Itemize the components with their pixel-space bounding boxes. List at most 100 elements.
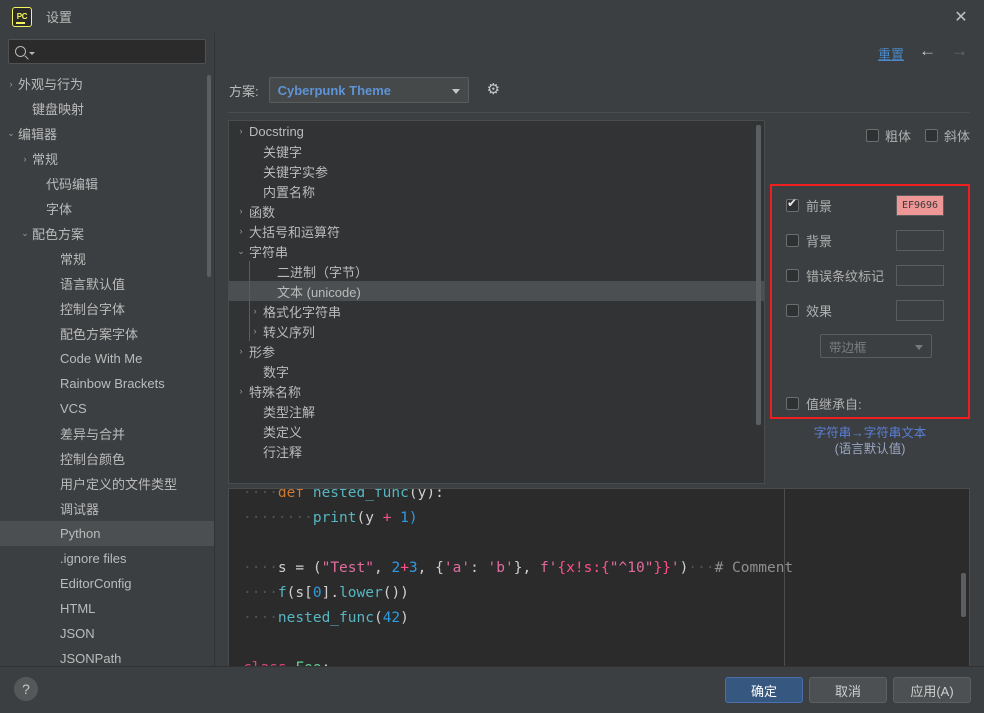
- sidebar-item-5[interactable]: 字体: [0, 196, 214, 221]
- sidebar-item-18[interactable]: Python: [0, 521, 214, 546]
- sidebar-item-1[interactable]: 键盘映射: [0, 96, 214, 121]
- chevron-down-icon[interactable]: ⌄: [4, 128, 18, 139]
- chevron-right-icon[interactable]: ›: [233, 386, 249, 396]
- color-tree-item-0[interactable]: › Docstring: [229, 121, 764, 141]
- attribute-checkbox-2[interactable]: [786, 269, 799, 282]
- attribute-checkbox-0[interactable]: [786, 197, 799, 212]
- back-arrow-icon[interactable]: ←: [919, 42, 936, 60]
- sidebar-item-19[interactable]: .ignore files: [0, 546, 214, 571]
- italic-checkbox[interactable]: [924, 129, 938, 142]
- color-tree-item-8[interactable]: 文本 (unicode): [229, 281, 764, 301]
- code-token: ].: [321, 585, 340, 601]
- color-tree-item-1[interactable]: 关键字: [229, 141, 764, 161]
- code-token: }}: [653, 560, 671, 576]
- color-swatch-2[interactable]: [896, 265, 944, 286]
- right-margin-line: [784, 489, 785, 685]
- bold-checkbox[interactable]: [865, 129, 879, 142]
- search-input[interactable]: [8, 39, 206, 64]
- close-icon[interactable]: ✕: [938, 0, 984, 33]
- sidebar-item-15[interactable]: 控制台颜色: [0, 446, 214, 471]
- chevron-right-icon[interactable]: ›: [233, 226, 249, 236]
- color-tree-item-12[interactable]: 数字: [229, 361, 764, 381]
- color-tree-item-3[interactable]: 内置名称: [229, 181, 764, 201]
- inherit-source-name[interactable]: 字符串→字符串文本: [770, 425, 970, 441]
- sidebar-item-13[interactable]: VCS: [0, 396, 214, 421]
- chevron-down-icon[interactable]: ⌄: [18, 228, 32, 239]
- sidebar-item-2[interactable]: ⌄ 编辑器: [0, 121, 214, 146]
- sidebar-item-14[interactable]: 差异与合并: [0, 421, 214, 446]
- sidebar-item-11[interactable]: Code With Me: [0, 346, 214, 371]
- code-preview[interactable]: ····def nested_func(y): ········print(y +…: [228, 488, 970, 686]
- bold-checkbox-item[interactable]: 粗体: [865, 126, 911, 145]
- color-swatch-1[interactable]: [896, 230, 944, 251]
- scheme-select[interactable]: Cyberpunk Theme: [268, 77, 469, 103]
- sidebar-item-10[interactable]: 配色方案字体: [0, 321, 214, 346]
- chevron-down-icon[interactable]: ⌄: [233, 246, 249, 257]
- sidebar-item-21[interactable]: HTML: [0, 596, 214, 621]
- color-tree-item-16[interactable]: 行注释: [229, 441, 764, 461]
- code-line-4: ····f(s[0].lower()): [229, 581, 969, 606]
- attribute-row-0[interactable]: 前景 EF9696: [786, 195, 962, 216]
- color-swatch-3[interactable]: [896, 300, 944, 321]
- color-tree-item-10[interactable]: › 转义序列: [229, 321, 764, 341]
- color-tree-item-4[interactable]: › 函数: [229, 201, 764, 221]
- color-tree-item-2[interactable]: 关键字实参: [229, 161, 764, 181]
- sidebar-item-17[interactable]: 调试器: [0, 496, 214, 521]
- sidebar-item-20[interactable]: EditorConfig: [0, 571, 214, 596]
- sidebar-item-12[interactable]: Rainbow Brackets: [0, 371, 214, 396]
- color-scheme-tree-panel[interactable]: › Docstring 关键字 关键字实参 内置名称 › 函数 › 大括号和运算符 ⌄ 字符串 二进制…: [228, 120, 765, 484]
- preview-scrollbar[interactable]: [961, 573, 966, 617]
- gear-icon[interactable]: ⚙: [487, 82, 503, 98]
- attribute-checkbox-1[interactable]: [786, 234, 799, 247]
- color-tree-item-15[interactable]: 类定义: [229, 421, 764, 441]
- sidebar-item-23[interactable]: JSONPath: [0, 646, 214, 666]
- apply-button[interactable]: 应用(A): [893, 677, 971, 703]
- chevron-right-icon[interactable]: ›: [233, 206, 249, 216]
- ok-button[interactable]: 确定: [725, 677, 803, 703]
- cancel-button[interactable]: 取消: [809, 677, 887, 703]
- color-tree-item-7[interactable]: 二进制（字节）: [229, 261, 764, 281]
- sidebar-item-7[interactable]: 常规: [0, 246, 214, 271]
- inherit-row[interactable]: 值继承自:: [786, 394, 962, 413]
- inherit-source-link[interactable]: 字符串→字符串文本 (语言默认值): [770, 425, 970, 457]
- sidebar-item-16[interactable]: 用户定义的文件类型: [0, 471, 214, 496]
- forward-arrow-icon[interactable]: →: [951, 42, 968, 60]
- color-scheme-tree[interactable]: › Docstring 关键字 关键字实参 内置名称 › 函数 › 大括号和运算符 ⌄ 字符串 二进制…: [229, 121, 764, 461]
- attribute-row-1[interactable]: 背景: [786, 230, 962, 251]
- sidebar-item-3[interactable]: › 常规: [0, 146, 214, 171]
- color-tree-item-9[interactable]: › 格式化字符串: [229, 301, 764, 321]
- attribute-row-2[interactable]: 错误条纹标记: [786, 265, 962, 286]
- sidebar-item-label: JSON: [60, 626, 95, 641]
- attribute-row-3[interactable]: 效果: [786, 300, 962, 321]
- inherit-checkbox[interactable]: [786, 397, 799, 410]
- sidebar-item-8[interactable]: 语言默认值: [0, 271, 214, 296]
- sidebar-item-6[interactable]: ⌄ 配色方案: [0, 221, 214, 246]
- color-tree-item-6[interactable]: ⌄ 字符串: [229, 241, 764, 261]
- sidebar-item-label: EditorConfig: [60, 576, 132, 591]
- sidebar-item-4[interactable]: 代码编辑: [0, 171, 214, 196]
- sidebar-item-0[interactable]: › 外观与行为: [0, 71, 214, 96]
- inherit-source-scope: (语言默认值): [834, 442, 906, 456]
- italic-checkbox-item[interactable]: 斜体: [924, 126, 970, 145]
- reset-link[interactable]: 重置: [878, 44, 904, 63]
- chevron-right-icon[interactable]: ›: [233, 126, 249, 136]
- effect-type-select[interactable]: 带边框: [820, 334, 932, 358]
- color-tree-item-11[interactable]: › 形参: [229, 341, 764, 361]
- chevron-right-icon[interactable]: ›: [18, 154, 32, 164]
- color-tree-scrollbar[interactable]: [756, 125, 761, 425]
- sidebar-tree[interactable]: › 外观与行为 键盘映射 ⌄ 编辑器 › 常规 代码编辑 字体 ⌄ 配色方案 常规 语言默认值 控制台字体…: [0, 71, 214, 666]
- color-tree-item-13[interactable]: › 特殊名称: [229, 381, 764, 401]
- sidebar-item-9[interactable]: 控制台字体: [0, 296, 214, 321]
- color-tree-item-14[interactable]: 类型注解: [229, 401, 764, 421]
- attribute-checkbox-3[interactable]: [786, 304, 799, 317]
- sidebar-scrollbar[interactable]: [207, 75, 211, 277]
- color-swatch-0[interactable]: EF9696: [896, 195, 944, 216]
- help-icon[interactable]: ?: [14, 677, 38, 701]
- chevron-right-icon[interactable]: ›: [4, 79, 18, 89]
- color-tree-item-5[interactable]: › 大括号和运算符: [229, 221, 764, 241]
- chevron-right-icon[interactable]: ›: [233, 346, 249, 356]
- search-dropdown-caret-icon[interactable]: [29, 52, 35, 55]
- sidebar-item-22[interactable]: JSON: [0, 621, 214, 646]
